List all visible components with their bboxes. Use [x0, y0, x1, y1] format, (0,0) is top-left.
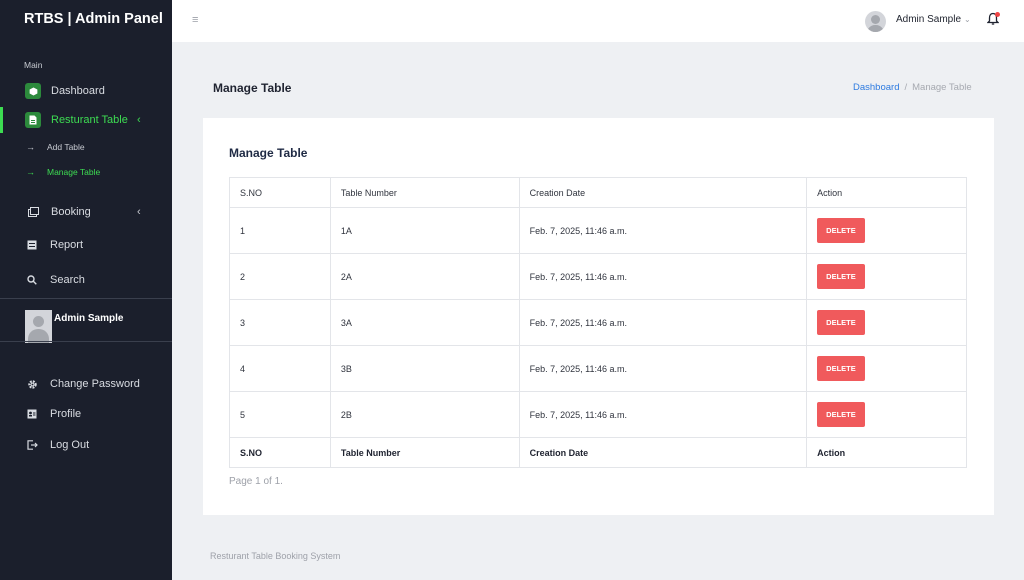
menu-icon[interactable]: ≡: [192, 14, 198, 26]
cell-action: DELETE: [806, 207, 967, 254]
cell-creation-date: Feb. 7, 2025, 11:46 a.m.: [518, 345, 808, 392]
cell-sno: 2: [229, 253, 331, 300]
column-header: Creation Date: [518, 177, 808, 208]
column-footer: S.NO: [229, 437, 331, 468]
sidebar-item-search[interactable]: Search: [0, 267, 172, 293]
chevron-down-icon[interactable]: ⌄: [964, 15, 971, 24]
sidebar-item-label: Profile: [50, 408, 82, 420]
table-row: 3 3A Feb. 7, 2025, 11:46 a.m. DELETE: [229, 299, 967, 346]
arrow-right-icon: →: [26, 142, 35, 152]
column-footer: Table Number: [329, 437, 520, 468]
sidebar-item-label: Dashboard: [51, 85, 105, 97]
sidebar-subitem-label: Add Table: [47, 142, 85, 152]
breadcrumb: Dashboard / Manage Table: [853, 82, 972, 93]
column-footer: Creation Date: [518, 437, 808, 468]
topbar-user-name[interactable]: Admin Sample: [896, 14, 961, 25]
table-row: 1 1A Feb. 7, 2025, 11:46 a.m. DELETE: [229, 207, 967, 254]
cell-action: DELETE: [806, 391, 967, 438]
card-title: Manage Table: [229, 146, 308, 160]
cell-sno: 3: [229, 299, 331, 346]
sidebar-item-label: Search: [50, 274, 85, 286]
delete-button[interactable]: DELETE: [817, 402, 865, 427]
search-icon: [24, 272, 40, 288]
sidebar-item-change-password[interactable]: Change Password: [0, 371, 172, 397]
sidebar-subitem-manage-table[interactable]: → Manage Table: [0, 163, 172, 181]
cell-table-number: 3B: [329, 345, 520, 392]
gear-icon: [24, 376, 40, 392]
cell-sno: 5: [229, 391, 331, 438]
cell-creation-date: Feb. 7, 2025, 11:46 a.m.: [518, 207, 808, 254]
cell-table-number: 2A: [329, 253, 520, 300]
cell-sno: 4: [229, 345, 331, 392]
notification-dot: [995, 12, 1000, 17]
column-footer: Action: [806, 437, 967, 468]
delete-button[interactable]: DELETE: [817, 218, 865, 243]
booking-icon: [25, 204, 41, 220]
cell-action: DELETE: [806, 299, 967, 346]
sidebar-item-label: Resturant Table: [51, 114, 128, 126]
breadcrumb-separator: /: [904, 82, 908, 93]
delete-button[interactable]: DELETE: [817, 310, 865, 335]
sidebar-item-profile[interactable]: Profile: [0, 401, 172, 427]
manage-table-card: Manage Table S.NO Table Number Creation …: [203, 118, 994, 515]
tables-table: S.NO Table Number Creation Date Action 1…: [229, 177, 967, 468]
table-row: 5 2B Feb. 7, 2025, 11:46 a.m. DELETE: [229, 391, 967, 438]
logout-icon: [24, 437, 40, 453]
cell-table-number: 1A: [329, 207, 520, 254]
cell-creation-date: Feb. 7, 2025, 11:46 a.m.: [518, 391, 808, 438]
column-header: Table Number: [329, 177, 520, 208]
sidebar-item-report[interactable]: Report: [0, 232, 172, 258]
delete-button[interactable]: DELETE: [817, 356, 865, 381]
breadcrumb-current: Manage Table: [912, 82, 972, 93]
report-icon: [24, 237, 40, 253]
cell-action: DELETE: [806, 253, 967, 300]
sidebar-subitem-label: Manage Table: [47, 167, 101, 177]
sidebar-divider: [0, 341, 172, 342]
column-header: Action: [806, 177, 967, 208]
chevron-left-icon: ‹: [137, 206, 141, 218]
cell-sno: 1: [229, 207, 331, 254]
cube-icon: [25, 83, 41, 99]
cell-creation-date: Feb. 7, 2025, 11:46 a.m.: [518, 299, 808, 346]
id-card-icon: [24, 406, 40, 422]
sidebar-divider: [0, 298, 172, 299]
sidebar-item-dashboard[interactable]: Dashboard: [0, 78, 172, 104]
cell-action: DELETE: [806, 345, 967, 392]
page-title: Manage Table: [213, 81, 292, 95]
arrow-right-icon: →: [26, 167, 35, 177]
cell-table-number: 2B: [329, 391, 520, 438]
sidebar-item-log-out[interactable]: Log Out: [0, 432, 172, 458]
cell-creation-date: Feb. 7, 2025, 11:46 a.m.: [518, 253, 808, 300]
chevron-left-icon: ‹: [137, 114, 141, 126]
table-footer-row: S.NO Table Number Creation Date Action: [229, 437, 967, 468]
breadcrumb-dashboard-link[interactable]: Dashboard: [853, 82, 899, 93]
avatar: [25, 310, 52, 343]
sidebar-item-label: Report: [50, 239, 84, 251]
sidebar-item-label: Booking: [51, 206, 91, 218]
sidebar-item-resturant-table[interactable]: Resturant Table ‹: [0, 107, 172, 133]
avatar[interactable]: [865, 11, 886, 32]
sidebar-user-name: Admin Sample: [54, 313, 124, 324]
sidebar-subitem-add-table[interactable]: → Add Table: [0, 138, 172, 156]
cell-table-number: 3A: [329, 299, 520, 346]
sidebar-item-booking[interactable]: Booking ‹: [0, 199, 172, 225]
section-label-main: Main: [24, 60, 43, 70]
sidebar-user: Admin Sample: [25, 310, 123, 343]
sidebar-item-label: Log Out: [50, 439, 90, 451]
footer-text: Resturant Table Booking System: [210, 551, 341, 561]
table-header-row: S.NO Table Number Creation Date Action: [229, 177, 967, 208]
sidebar: RTBS | Admin Panel Main Dashboard Restur…: [0, 0, 172, 580]
topbar: ≡ Admin Sample ⌄: [172, 0, 1024, 42]
document-icon: [25, 112, 41, 128]
pagination-text: Page 1 of 1.: [229, 476, 283, 487]
column-header: S.NO: [229, 177, 331, 208]
table-row: 2 2A Feb. 7, 2025, 11:46 a.m. DELETE: [229, 253, 967, 300]
brand-title: RTBS | Admin Panel: [24, 11, 163, 27]
delete-button[interactable]: DELETE: [817, 264, 865, 289]
sidebar-item-label: Change Password: [50, 378, 140, 390]
table-row: 4 3B Feb. 7, 2025, 11:46 a.m. DELETE: [229, 345, 967, 392]
